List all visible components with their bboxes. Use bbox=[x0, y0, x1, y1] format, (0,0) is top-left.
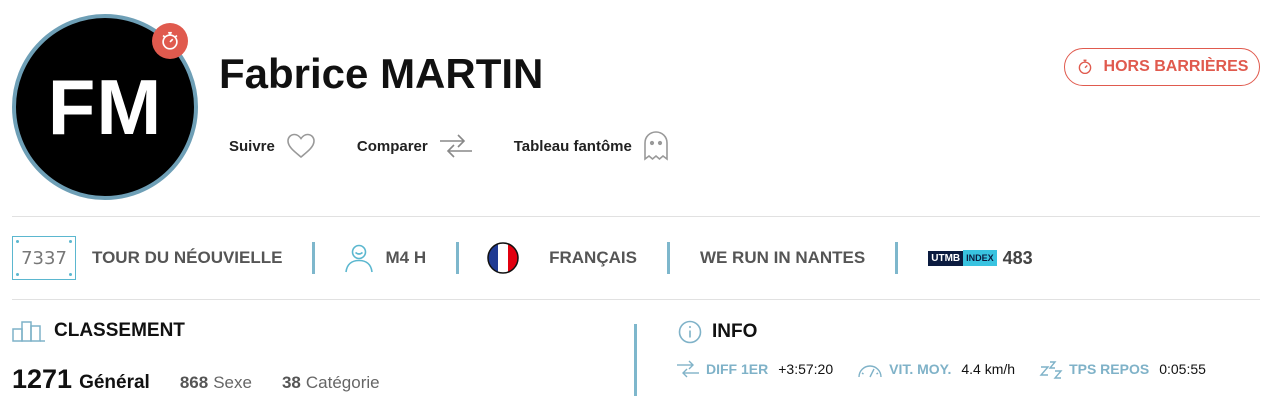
club-name: WE RUN IN NANTES bbox=[699, 248, 866, 267]
info-icon bbox=[678, 320, 702, 344]
diff-first-value: +3:57:20 bbox=[778, 361, 834, 377]
follow-button[interactable]: Suivre bbox=[229, 132, 317, 160]
classement-title: CLASSEMENT bbox=[54, 320, 185, 341]
sex-rank-label: Sexe bbox=[213, 373, 252, 392]
utmb-logo-text: UTMB bbox=[928, 250, 964, 266]
diff-first-stat: DIFF 1ER +3:57:20 bbox=[676, 359, 833, 379]
rest-time-value: 0:05:55 bbox=[1159, 361, 1206, 377]
utmb-index-text: INDEX bbox=[963, 250, 997, 266]
compare-label: Comparer bbox=[356, 137, 428, 155]
heart-icon bbox=[287, 133, 315, 159]
average-speed-stat: VIT. MOY. 4.4 km/h bbox=[857, 359, 1015, 379]
bib-badge: 7337 bbox=[12, 236, 76, 280]
ghost-table-label: Tableau fantôme bbox=[513, 137, 632, 155]
compare-arrows-icon bbox=[677, 360, 699, 378]
average-speed-label: VIT. MOY. bbox=[889, 361, 952, 377]
diff-first-label: DIFF 1ER bbox=[706, 361, 769, 377]
average-speed-value: 4.4 km/h bbox=[961, 361, 1016, 377]
france-flag-icon bbox=[487, 242, 519, 274]
nationality-label: FRANÇAIS bbox=[549, 248, 637, 267]
ghost-icon bbox=[643, 131, 668, 161]
general-rank: 1271 bbox=[12, 364, 73, 394]
strip-separator bbox=[456, 242, 460, 274]
rest-time-stat: TPS REPOS 0:05:55 bbox=[1039, 358, 1206, 380]
follow-label: Suivre bbox=[229, 137, 275, 155]
rest-time-label: TPS REPOS bbox=[1069, 361, 1150, 377]
stopwatch-badge-icon bbox=[152, 23, 188, 59]
podium-icon bbox=[12, 321, 45, 342]
compare-arrows-icon bbox=[439, 134, 472, 158]
strip-separator bbox=[312, 242, 316, 274]
runner-name: Fabrice MARTIN bbox=[219, 50, 544, 97]
sex-rank: 868 bbox=[179, 373, 209, 392]
avatar-initials: FM bbox=[47, 62, 163, 151]
ghost-table-button[interactable]: Tableau fantôme bbox=[514, 130, 670, 162]
runner-profile-icon bbox=[345, 244, 374, 273]
info-title: INFO bbox=[712, 321, 758, 342]
strip-separator bbox=[666, 242, 670, 274]
strip-separator bbox=[895, 242, 899, 274]
info-header: INFO bbox=[678, 320, 757, 344]
speedometer-icon bbox=[858, 365, 882, 378]
utmb-index-logo: UTMB INDEX bbox=[928, 250, 997, 266]
category-rank-label: Catégorie bbox=[305, 373, 380, 392]
compare-button[interactable]: Comparer bbox=[357, 132, 474, 160]
classement-header: CLASSEMENT bbox=[12, 320, 185, 342]
hors-barrieres-label: HORS BARRIÈRES bbox=[1103, 58, 1249, 75]
stopwatch-icon bbox=[1078, 59, 1091, 75]
divider-middle bbox=[12, 299, 1260, 300]
info-strip: 7337 TOUR DU NÉOUVIELLE M4 H FRANÇAIS WE… bbox=[12, 236, 1033, 280]
action-bar: Suivre Comparer Tableau fantôme bbox=[229, 130, 710, 162]
rankings: 1271 Général 868 Sexe 38 Catégorie bbox=[12, 364, 380, 395]
utmb-index-value: 483 bbox=[1002, 247, 1033, 268]
info-stats: DIFF 1ER +3:57:20 VIT. MOY. 4.4 km/h TPS… bbox=[676, 358, 1230, 380]
category-label: M4 H bbox=[385, 248, 427, 267]
divider-top bbox=[12, 216, 1260, 217]
section-separator bbox=[634, 324, 637, 396]
hors-barrieres-button[interactable]: HORS BARRIÈRES bbox=[1064, 48, 1260, 86]
category-rank: 38 bbox=[281, 373, 301, 392]
sleep-icon bbox=[1039, 361, 1063, 379]
general-rank-label: Général bbox=[79, 372, 150, 393]
bib-number: 7337 bbox=[21, 247, 67, 269]
race-name: TOUR DU NÉOUVIELLE bbox=[92, 248, 283, 267]
